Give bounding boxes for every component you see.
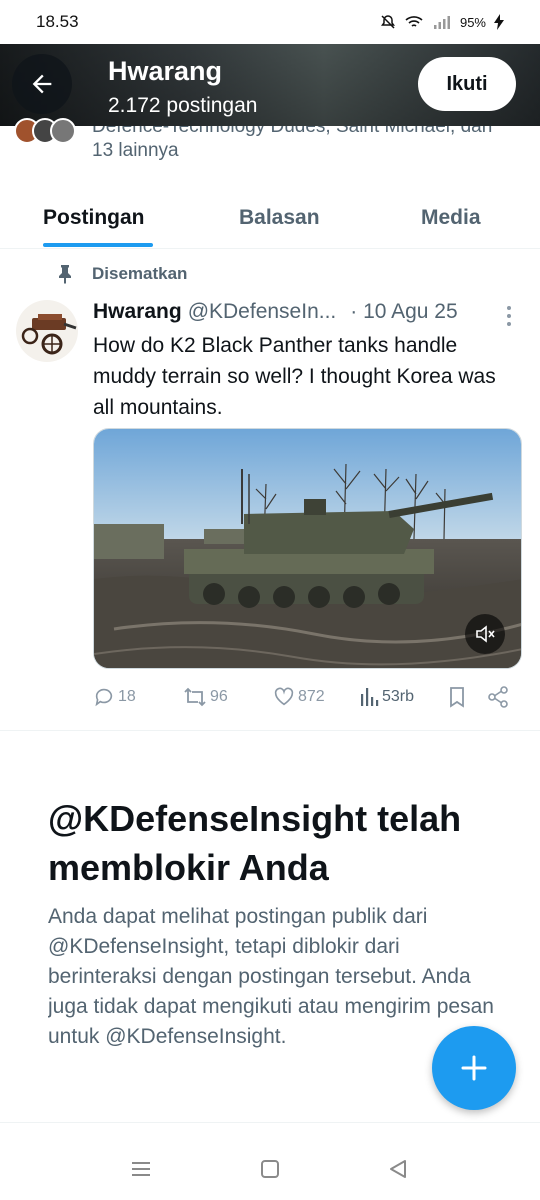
profile-header: Hwarang 2.172 postingan Ikuti (0, 44, 540, 126)
like-count: 872 (298, 688, 325, 705)
post-header: Hwarang @KDefenseIn... · 10 Agu 25 (93, 300, 523, 324)
blocked-title: @KDefenseInsight telah memblokir Anda (48, 798, 462, 888)
back-nav-button[interactable] (378, 1149, 418, 1189)
status-icons: 95% (380, 14, 504, 30)
arrow-left-icon (32, 74, 52, 94)
share-button[interactable] (487, 684, 509, 710)
reply-icon (95, 688, 113, 707)
blocked-description: Anda dapat melihat postingan publik dari… (48, 905, 494, 1048)
repost-button[interactable]: 96 (183, 684, 228, 710)
avatar (50, 118, 76, 144)
like-button[interactable]: 872 (273, 684, 325, 710)
post-video[interactable] (93, 428, 522, 669)
profile-name: Hwarang (108, 56, 223, 86)
speaker-muted-icon (476, 625, 495, 643)
tank-video-thumbnail (94, 429, 521, 668)
signal-icon (433, 16, 450, 29)
follow-button[interactable]: Ikuti (418, 57, 516, 111)
post-author-name[interactable]: Hwarang (93, 300, 182, 324)
repost-count: 96 (210, 688, 228, 705)
profile-tabs: Postingan Balasan Media (0, 188, 540, 249)
heart-icon (274, 687, 294, 706)
share-icon (488, 686, 508, 708)
compose-post-button[interactable] (432, 1026, 516, 1110)
status-time: 18.53 (36, 12, 79, 31)
post-actions: 18 96 872 53rb (93, 684, 523, 710)
bookmark-button[interactable] (447, 684, 467, 710)
wifi-icon (405, 16, 423, 27)
post-count: 2.172 postingan (108, 94, 258, 117)
plus-icon (461, 1055, 487, 1081)
follower-avatars (14, 118, 84, 144)
square-icon (261, 1160, 279, 1178)
pin-icon (59, 265, 71, 284)
back-button[interactable] (12, 54, 72, 114)
triangle-back-icon (390, 1160, 406, 1178)
home-button[interactable] (250, 1149, 290, 1189)
menu-lines-icon (132, 1162, 150, 1176)
views-button[interactable]: 53rb (359, 684, 414, 710)
views-chart-icon (361, 688, 379, 706)
pinned-label: Disematkan (92, 264, 188, 283)
recent-apps-button[interactable] (121, 1149, 161, 1189)
followers-text-line2: 13 lainnya (92, 140, 179, 161)
system-navigation-bar (0, 1122, 540, 1200)
pinned-indicator: Disematkan (56, 264, 187, 284)
post-date[interactable]: · 10 Agu 25 (350, 300, 457, 324)
post-author-handle[interactable]: @KDefenseIn... (188, 300, 337, 324)
active-tab-indicator (43, 243, 153, 247)
view-count: 53rb (382, 688, 415, 705)
repost-icon (184, 687, 206, 707)
tab-media[interactable]: Media (421, 188, 481, 248)
mute-toggle-button[interactable] (465, 614, 505, 654)
reply-count: 18 (118, 688, 136, 705)
section-divider (0, 730, 540, 731)
battery-text: 95% (459, 14, 486, 30)
cannon-avatar-image (16, 300, 78, 362)
mute-bell-icon (380, 15, 395, 29)
post-text: How do K2 Black Panther tanks handle mud… (93, 334, 496, 419)
followers-you-know[interactable]: Defence-Technology Dudes, Saint Michael,… (0, 118, 540, 170)
post-author-avatar[interactable] (16, 300, 78, 362)
status-bar: 18.53 95% (0, 0, 540, 44)
bookmark-icon (450, 687, 464, 708)
tab-replies[interactable]: Balasan (239, 188, 320, 248)
reply-button[interactable]: 18 (93, 684, 136, 710)
charging-icon (494, 14, 504, 30)
more-options-button[interactable] (500, 304, 518, 328)
tab-posts[interactable]: Postingan (43, 188, 145, 248)
more-vertical-icon (507, 306, 511, 326)
